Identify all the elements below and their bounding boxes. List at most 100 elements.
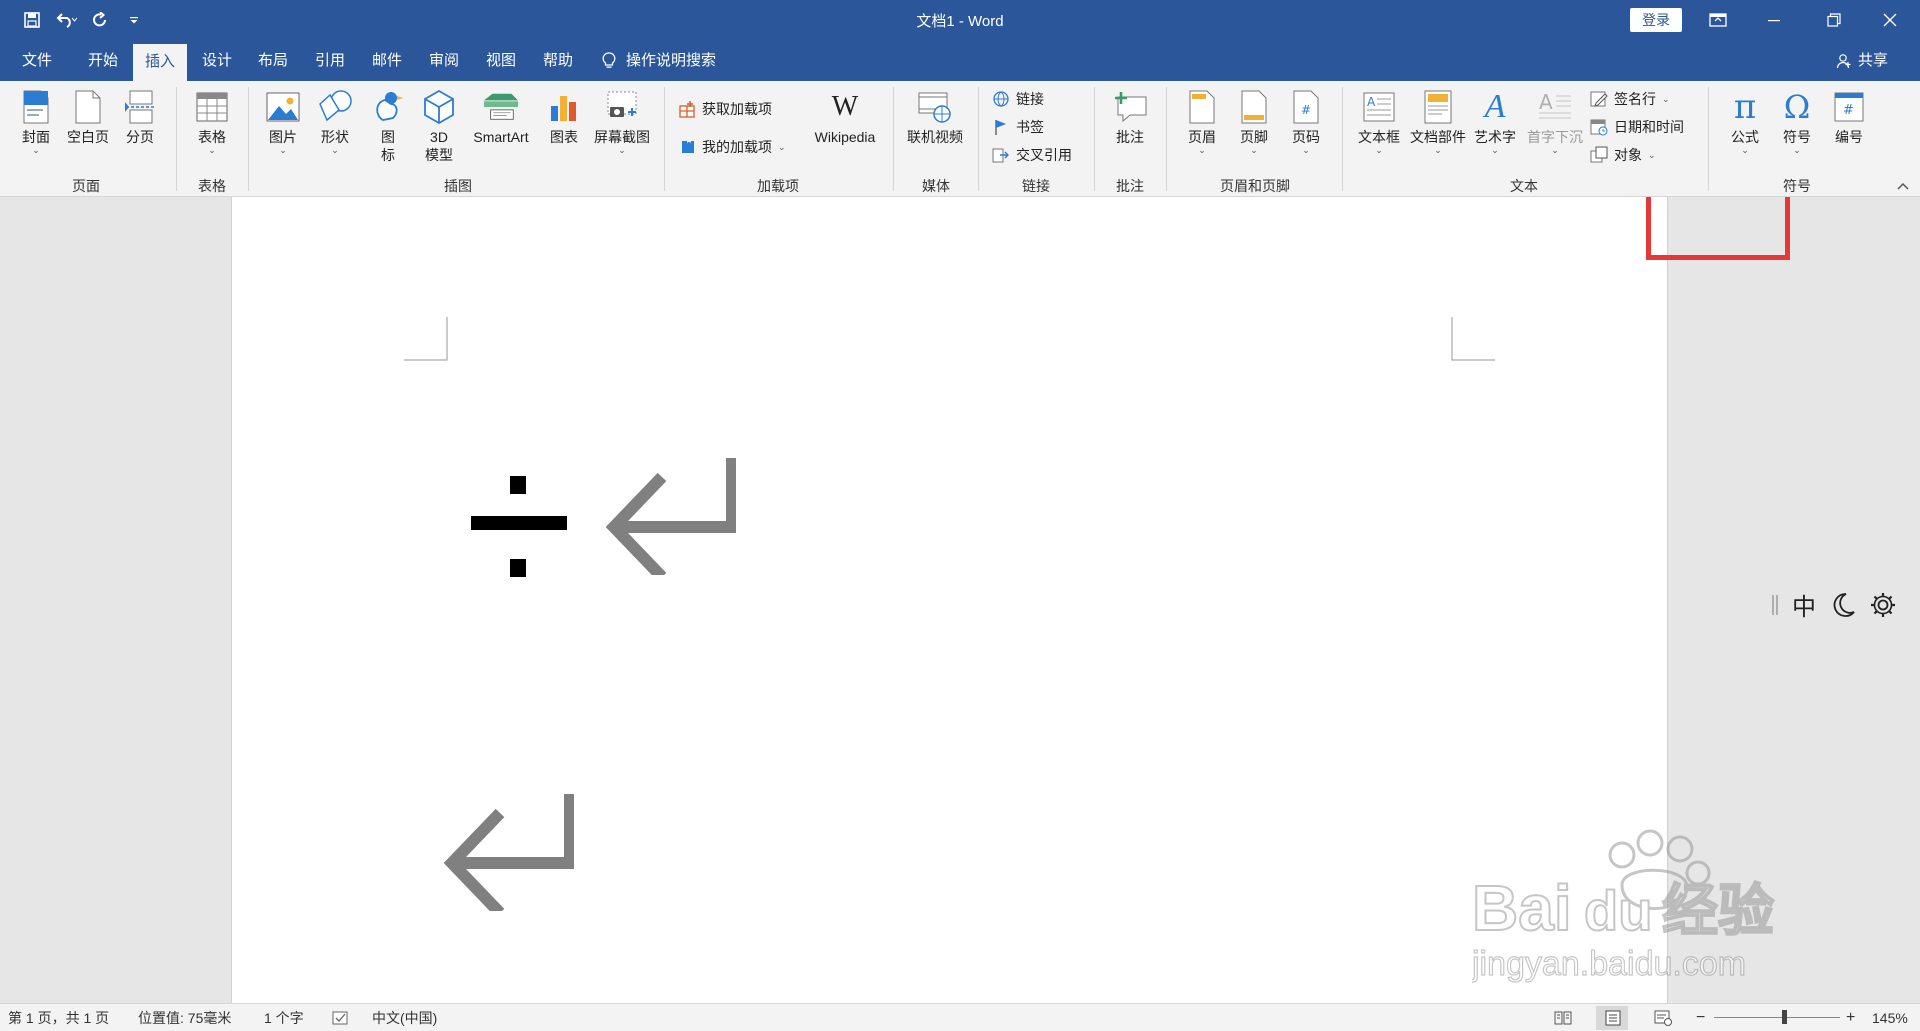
tab-design[interactable]: 设计 — [190, 40, 244, 81]
shapes-button[interactable]: 形状 ⌄ — [315, 81, 355, 155]
online-video-button[interactable]: 联机视频 — [902, 81, 968, 146]
svg-text:#: # — [1301, 103, 1311, 117]
drop-cap-button[interactable]: A 首字下沉 ⌄ — [1524, 81, 1586, 155]
quick-access-toolbar — [18, 8, 148, 32]
print-layout-icon[interactable] — [1604, 1010, 1622, 1026]
number-button[interactable]: # 编号 — [1826, 81, 1872, 146]
symbol-button[interactable]: Ω 符号 ⌄ — [1774, 81, 1820, 155]
cover-page-button[interactable]: 封面 ⌄ — [18, 81, 54, 155]
tab-home[interactable]: 开始 — [76, 40, 130, 81]
get-addins-button[interactable]: 获取加载项 — [678, 97, 772, 121]
paragraph-mark-icon — [443, 794, 574, 911]
zoom-out-button[interactable]: − — [1696, 1004, 1705, 1031]
pi-equation-icon: π — [1733, 87, 1757, 127]
link-button[interactable]: 链接 — [992, 87, 1044, 111]
tell-me-label: 操作说明搜索 — [626, 52, 717, 69]
tell-me-search[interactable]: 操作说明搜索 — [602, 40, 716, 81]
word-count[interactable]: 1 个字 — [264, 1004, 304, 1031]
smartart-button[interactable]: SmartArt — [466, 81, 536, 146]
close-icon[interactable] — [1862, 0, 1918, 40]
addins-icon — [678, 138, 696, 156]
tab-mailings[interactable]: 邮件 — [360, 40, 414, 81]
tab-references[interactable]: 引用 — [303, 40, 357, 81]
3d-models-button[interactable]: 3D 模型 — [419, 81, 459, 164]
textbox-button[interactable]: A 文本框 ⌄ — [1354, 81, 1404, 155]
title-bar: 文档1 - Word 登录 — [0, 0, 1920, 40]
restore-icon[interactable] — [1806, 0, 1862, 40]
share-label: 共享 — [1858, 52, 1889, 69]
chart-button[interactable]: 图表 — [544, 81, 584, 146]
blank-page-button[interactable]: 空白页 — [64, 81, 112, 146]
page-break-button[interactable]: 分页 — [120, 81, 160, 146]
quick-parts-button[interactable]: 文档部件 ⌄ — [1408, 81, 1468, 155]
pictures-button[interactable]: 图片 ⌄ — [263, 81, 303, 155]
pictures-label: 图片 — [269, 129, 297, 145]
tab-help[interactable]: 帮助 — [531, 40, 585, 81]
group-label-pages: 页面 — [72, 178, 100, 194]
smartart-icon — [483, 89, 519, 125]
quick-parts-label: 文档部件 — [1410, 129, 1466, 145]
header-label: 页眉 — [1188, 129, 1216, 145]
cursor-position[interactable]: 位置值: 75毫米 — [138, 1004, 231, 1031]
division-sign[interactable] — [471, 473, 567, 579]
calendar-icon — [1590, 118, 1608, 136]
screenshot-button[interactable]: 屏幕截图 ⌄ — [592, 81, 652, 155]
share-button[interactable]: 共享 — [1836, 40, 1888, 81]
wikipedia-button[interactable]: W Wikipedia — [806, 81, 884, 146]
page-number-button[interactable]: # 页码 ⌄ — [1286, 81, 1326, 155]
save-icon[interactable] — [18, 8, 46, 32]
signature-line-button[interactable]: 签名行 ⌄ — [1590, 87, 1670, 111]
zoom-level[interactable]: 145% — [1872, 1004, 1908, 1031]
footer-button[interactable]: 页脚 ⌄ — [1234, 81, 1274, 155]
ribbon-display-options-icon[interactable] — [1690, 0, 1746, 40]
signature-pen-icon — [1590, 90, 1608, 108]
cross-reference-button[interactable]: 交叉引用 — [992, 143, 1072, 167]
login-button[interactable]: 登录 — [1630, 8, 1682, 32]
header-button[interactable]: 页眉 ⌄ — [1182, 81, 1222, 155]
page-count[interactable]: 第 1 页，共 1 页 — [8, 1004, 109, 1031]
ime-drag-handle-icon[interactable] — [1772, 594, 1778, 616]
gear-icon[interactable] — [1870, 592, 1896, 618]
comment-plus-icon — [1112, 89, 1148, 125]
date-time-button[interactable]: 日期和时间 — [1590, 115, 1684, 139]
group-label-tables: 表格 — [198, 178, 226, 194]
group-label-illustrations: 插图 — [444, 178, 472, 194]
my-addins-button[interactable]: 我的加载项 ⌄ — [678, 135, 786, 159]
tab-file[interactable]: 文件 — [10, 40, 64, 81]
zoom-slider-track[interactable] — [1714, 1017, 1840, 1018]
read-mode-icon[interactable] — [1554, 1010, 1572, 1026]
new-comment-button[interactable]: 批注 — [1108, 81, 1152, 146]
minimize-icon[interactable] — [1746, 0, 1802, 40]
tab-review[interactable]: 审阅 — [417, 40, 471, 81]
moon-icon[interactable] — [1830, 592, 1856, 618]
equation-button[interactable]: π 公式 ⌄ — [1722, 81, 1768, 155]
tab-view[interactable]: 视图 — [474, 40, 528, 81]
web-layout-icon[interactable] — [1654, 1010, 1672, 1026]
group-label-links: 链接 — [1022, 178, 1050, 194]
tab-layout[interactable]: 布局 — [246, 40, 300, 81]
ribbon-tab-bar: 文件 开始 插入 设计 布局 引用 邮件 审阅 视图 帮助 操作说明搜索 共享 — [0, 40, 1920, 81]
chevron-down-icon: ⌄ — [1662, 93, 1670, 104]
undo-icon[interactable] — [52, 8, 80, 32]
ime-mode-toggle[interactable]: 中 — [1792, 587, 1816, 622]
page-break-icon — [122, 89, 158, 125]
language[interactable]: 中文(中国) — [372, 1004, 437, 1031]
textbox-icon: A — [1361, 89, 1397, 125]
bookmark-button[interactable]: 书签 — [992, 115, 1044, 139]
svg-text:A: A — [1539, 91, 1553, 114]
proofing-icon[interactable] — [332, 1011, 350, 1025]
blank-page-label: 空白页 — [67, 129, 109, 145]
group-separator — [1708, 87, 1709, 191]
object-button[interactable]: 对象 ⌄ — [1590, 143, 1656, 167]
document-page[interactable] — [231, 197, 1668, 1003]
collapse-ribbon-icon[interactable] — [1896, 179, 1910, 193]
table-button[interactable]: 表格 ⌄ — [192, 81, 232, 155]
redo-icon[interactable] — [86, 8, 114, 32]
zoom-in-button[interactable]: + — [1846, 1004, 1855, 1031]
customize-qat-icon[interactable] — [120, 8, 148, 32]
bar-chart-icon — [546, 89, 582, 125]
zoom-slider-thumb[interactable] — [1782, 1010, 1787, 1024]
wordart-button[interactable]: A 艺术字 ⌄ — [1470, 81, 1520, 155]
tab-insert[interactable]: 插入 — [133, 44, 187, 81]
icons-button[interactable]: 图 标 — [368, 81, 408, 164]
